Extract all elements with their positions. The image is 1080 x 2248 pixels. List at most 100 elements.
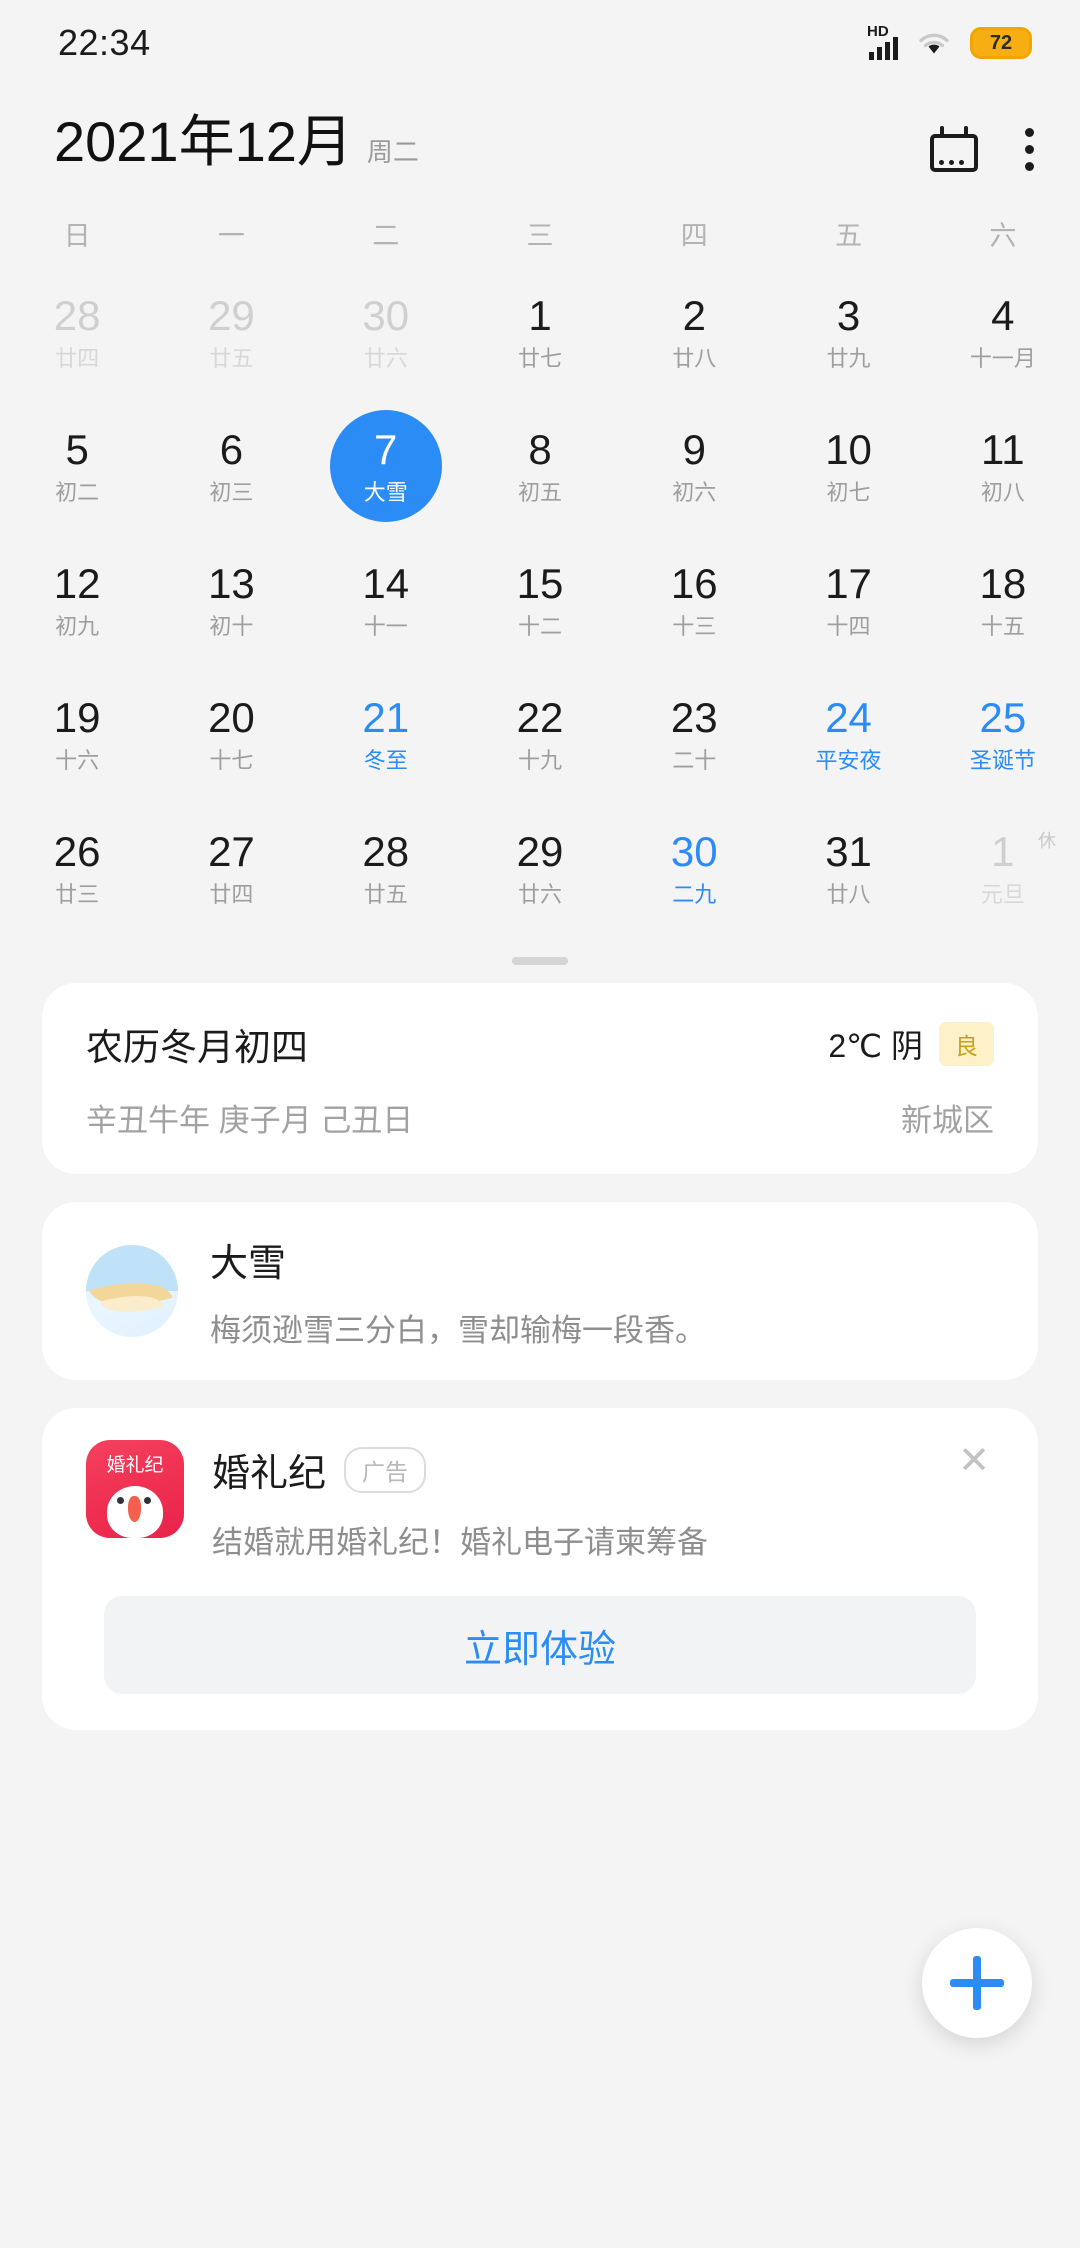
snow-term-icon [86, 1245, 178, 1337]
header-actions [930, 126, 1034, 178]
day-number: 28 [362, 827, 410, 875]
day-number: 15 [516, 559, 564, 607]
day-cell-3[interactable]: 3 廿九 [771, 265, 925, 399]
day-lunar-label: 二十 [672, 747, 717, 773]
battery-icon: 72 [970, 27, 1032, 59]
day-number: 13 [208, 559, 255, 607]
day-cell-24[interactable]: 24 平安夜 [771, 667, 925, 801]
lunar-info-card[interactable]: 农历冬月初四 2℃ 阴 良 辛丑牛年 庚子月 己丑日 新城区 [42, 983, 1038, 1174]
ad-header: 婚礼纪 婚礼纪 广告 结婚就用婚礼纪！婚礼电子请柬筹备 [86, 1440, 994, 1562]
day-lunar-label: 十五 [980, 613, 1025, 639]
day-lunar-label: 廿七 [517, 345, 562, 371]
page-title: 2021年12月 [54, 110, 353, 173]
signal-icon: HD [867, 23, 898, 60]
day-cell-4[interactable]: 4 十一月 [926, 265, 1080, 399]
day-number: 4 [991, 291, 1015, 339]
day-cell-22[interactable]: 22 十九 [463, 667, 617, 801]
solar-term-desc: 梅须逊雪三分白，雪却输梅一段香。 [210, 1313, 706, 1348]
battery-level: 72 [989, 32, 1013, 54]
day-cell-1[interactable]: 1 廿七 [463, 265, 617, 399]
weather-group[interactable]: 2℃ 阴 良 [828, 1021, 994, 1067]
day-number: 1 [528, 291, 552, 339]
day-cell-6[interactable]: 6 初三 [154, 399, 308, 533]
day-number: 17 [825, 559, 872, 607]
ad-icon-brand-text: 婚礼纪 [106, 1455, 164, 1476]
day-cell-18[interactable]: 18 十五 [926, 533, 1080, 667]
day-cell-14[interactable]: 14 十一 [309, 533, 463, 667]
day-cell-25[interactable]: 25 圣诞节 [926, 667, 1080, 801]
day-cell-30[interactable]: 30 二九 [617, 801, 771, 935]
title-group[interactable]: 2021年12月 周二 [54, 97, 930, 178]
day-cell-20[interactable]: 20 十七 [154, 667, 308, 801]
holiday-mark: 休 [1038, 831, 1056, 851]
day-number: 22 [516, 693, 564, 741]
day-lunar-label: 二九 [672, 881, 717, 907]
day-cell-9[interactable]: 9 初六 [617, 399, 771, 533]
day-cell-7[interactable]: 7 大雪 [309, 399, 463, 533]
day-number: 7 [374, 425, 398, 473]
day-lunar-label: 十一月 [969, 345, 1036, 371]
day-cell-21[interactable]: 21 冬至 [309, 667, 463, 801]
ad-badge: 广告 [344, 1446, 427, 1493]
day-cell-15[interactable]: 15 十二 [463, 533, 617, 667]
day-cell-11[interactable]: 11 初八 [926, 399, 1080, 533]
day-lunar-label: 初三 [209, 479, 254, 505]
day-lunar-label: 十六 [55, 747, 100, 773]
calendar-icon[interactable] [930, 126, 978, 172]
day-lunar-label: 初十 [209, 613, 254, 639]
more-vertical-icon[interactable] [1024, 127, 1034, 171]
lunar-card-bottom-row: 辛丑牛年 庚子月 己丑日 新城区 [86, 1095, 994, 1140]
day-lunar-label: 初八 [980, 479, 1025, 505]
lunar-date: 农历冬月初四 [86, 1027, 308, 1068]
day-cell-17[interactable]: 17 十四 [771, 533, 925, 667]
close-icon[interactable]: ✕ [954, 1442, 994, 1480]
day-number: 8 [528, 425, 552, 473]
sheet-handle-area[interactable] [0, 935, 1080, 983]
day-lunar-label: 廿四 [55, 345, 100, 371]
day-lunar-label: 十二 [517, 613, 562, 639]
day-lunar-label: 廿八 [672, 345, 717, 371]
day-cell-5[interactable]: 5 初二 [0, 399, 154, 533]
drag-handle[interactable] [512, 957, 568, 965]
day-cell-8[interactable]: 8 初五 [463, 399, 617, 533]
status-bar: 22:34 HD 72 [0, 0, 1080, 86]
day-lunar-label: 圣诞节 [969, 747, 1036, 773]
day-cell-28[interactable]: 28 廿四 [0, 265, 154, 399]
day-cell-16[interactable]: 16 十三 [617, 533, 771, 667]
day-cell-26[interactable]: 26 廿三 [0, 801, 154, 935]
day-cell-23[interactable]: 23 二十 [617, 667, 771, 801]
day-number: 14 [362, 559, 410, 607]
day-cell-1[interactable]: 休 1 元旦 [926, 801, 1080, 935]
ad-cta-button[interactable]: 立即体验 [104, 1596, 976, 1694]
solar-term-card[interactable]: 大雪 梅须逊雪三分白，雪却输梅一段香。 [42, 1202, 1038, 1380]
signal-bars-icon [869, 37, 898, 60]
day-cell-31[interactable]: 31 廿八 [771, 801, 925, 935]
day-number: 1 [991, 827, 1015, 875]
calendar-app-screen: 22:34 HD 72 2021年12月 周二 日 一 二 三 四 五 六 28… [0, 0, 1080, 2248]
day-cell-2[interactable]: 2 廿八 [617, 265, 771, 399]
day-lunar-label: 廿八 [826, 881, 871, 907]
day-cell-13[interactable]: 13 初十 [154, 533, 308, 667]
day-cell-30[interactable]: 30 廿六 [309, 265, 463, 399]
day-cell-29[interactable]: 29 廿六 [463, 801, 617, 935]
add-event-fab[interactable] [922, 1928, 1032, 2038]
day-number: 30 [670, 827, 718, 875]
day-cell-19[interactable]: 19 十六 [0, 667, 154, 801]
weekday-header: 一 [217, 221, 245, 251]
day-number: 10 [825, 425, 872, 473]
app-header: 2021年12月 周二 [0, 86, 1080, 178]
plus-icon [950, 1956, 1004, 2010]
advertisement-card[interactable]: ✕ 婚礼纪 婚礼纪 广告 结婚就用婚礼纪！婚礼电子请柬筹备 立即体验 [42, 1408, 1038, 1730]
weekday-header: 日 [63, 221, 91, 251]
weekday-header: 二 [372, 221, 400, 251]
hd-label: HD [867, 23, 889, 40]
day-cell-28[interactable]: 28 廿五 [309, 801, 463, 935]
day-cell-29[interactable]: 29 廿五 [154, 265, 308, 399]
day-cell-27[interactable]: 27 廿四 [154, 801, 308, 935]
day-number: 16 [670, 559, 718, 607]
lunar-card-top-row: 农历冬月初四 2℃ 阴 良 [86, 1017, 994, 1071]
day-cell-10[interactable]: 10 初七 [771, 399, 925, 533]
day-cell-12[interactable]: 12 初九 [0, 533, 154, 667]
day-number: 29 [516, 827, 564, 875]
day-lunar-label: 初九 [55, 613, 100, 639]
